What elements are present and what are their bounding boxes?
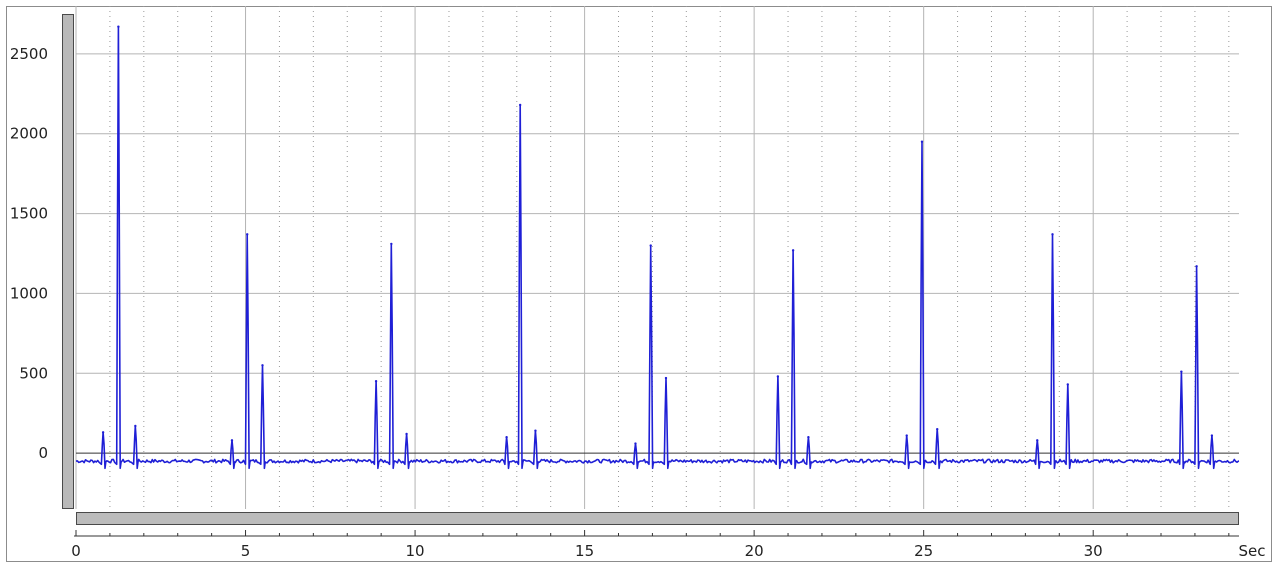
x-unit-label: Sec xyxy=(1239,542,1266,560)
peak-point xyxy=(936,427,939,431)
peak-point xyxy=(1210,434,1214,437)
x-tick-label: 10 xyxy=(406,542,425,560)
peak-point xyxy=(101,431,105,434)
peak-point xyxy=(405,432,408,436)
peak-point xyxy=(117,25,120,28)
peak-point xyxy=(791,249,795,252)
x-tick-label: 30 xyxy=(1084,542,1103,560)
series-line xyxy=(75,26,1240,470)
grid xyxy=(75,6,1239,509)
peak-point xyxy=(518,103,522,107)
y-tick-label: 2500 xyxy=(10,45,48,63)
x-tick-label: 25 xyxy=(914,542,933,560)
peak-point xyxy=(1195,265,1198,268)
peak-point xyxy=(246,233,249,236)
peak-point xyxy=(776,375,780,378)
x-tick-label: 5 xyxy=(241,542,251,560)
peak-point xyxy=(261,364,264,367)
peak-point xyxy=(1051,233,1054,236)
x-tick-label: 0 xyxy=(71,542,81,560)
peak-point xyxy=(505,435,508,439)
x-tick-label: 15 xyxy=(575,542,594,560)
peak-point xyxy=(920,140,924,143)
chart: 0 500 1000 1500 2000 2500 0 5 10 15 20 25 30 Sec xyxy=(10,6,1266,560)
peak-point xyxy=(634,442,637,445)
peak-point xyxy=(534,429,537,432)
axes: 0 500 1000 1500 2000 2500 0 5 10 15 20 25 30 xyxy=(10,45,1239,560)
x-tick-label: 20 xyxy=(745,542,764,560)
peak-point xyxy=(649,244,652,247)
peak-point xyxy=(807,435,810,439)
peak-point xyxy=(1036,439,1039,442)
y-tick-label: 2000 xyxy=(10,125,48,143)
y-tick-label: 0 xyxy=(38,444,48,462)
y-tick-label: 1500 xyxy=(10,205,48,223)
peak-point xyxy=(664,376,668,380)
peak-point xyxy=(905,434,908,437)
peak-point xyxy=(1066,383,1069,386)
peak-point xyxy=(1180,370,1183,373)
peak-point xyxy=(390,242,393,246)
y-tick-label: 500 xyxy=(19,364,48,382)
peak-point xyxy=(134,424,137,428)
peak-point xyxy=(374,380,378,383)
peak-point xyxy=(230,439,234,442)
series-layer xyxy=(75,25,1240,470)
y-tick-label: 1000 xyxy=(10,284,48,302)
